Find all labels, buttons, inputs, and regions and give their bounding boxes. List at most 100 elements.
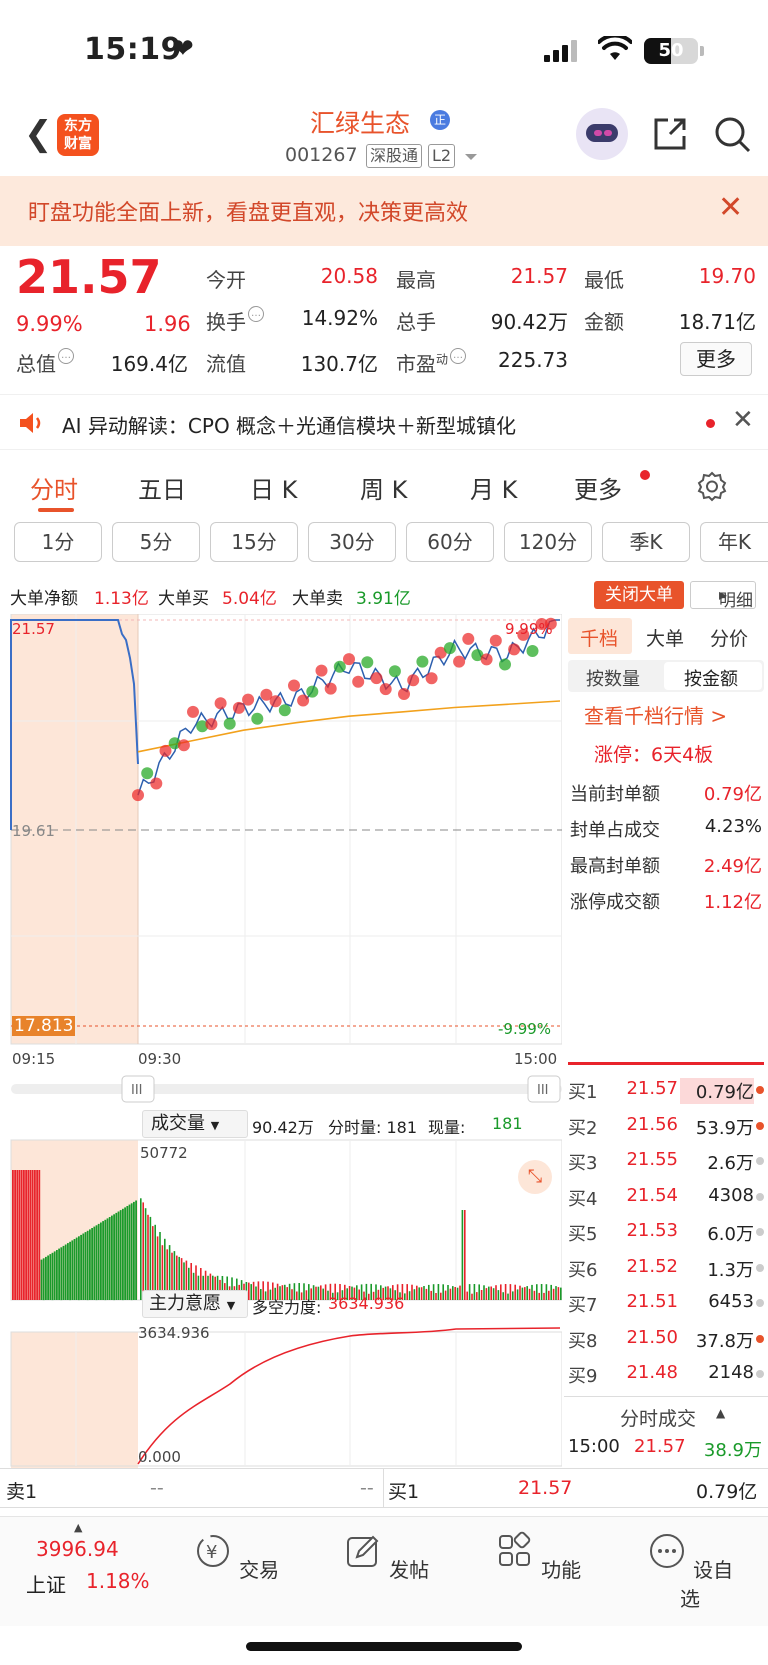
index-value[interactable]: 3996.94: [36, 1537, 119, 1561]
info-icon[interactable]: …: [58, 348, 74, 364]
notification-dot: [640, 470, 650, 480]
volume-bar: [432, 1284, 435, 1300]
ai-insight-bar[interactable]: AI 异动解读：CPO 概念＋光通信模块＋新型城镇化 ✕: [0, 394, 768, 450]
volume-bar: [468, 1284, 471, 1300]
big-order-bubble: [526, 645, 539, 657]
tab-big-order[interactable]: 大单: [646, 624, 684, 651]
chart-svg[interactable]: III III: [0, 613, 563, 1468]
period-60min[interactable]: 60分: [406, 522, 494, 562]
search-icon[interactable]: [712, 114, 752, 154]
more-button[interactable]: 更多: [680, 342, 752, 376]
ai-assistant-avatar[interactable]: [576, 108, 628, 160]
period-1min[interactable]: 1分: [14, 522, 102, 562]
period-15min[interactable]: 15分: [210, 522, 298, 562]
limit-up-streak: 涨停：6天4板: [594, 744, 714, 766]
volume-bar: [485, 1288, 488, 1300]
bid-dot: [756, 1086, 764, 1094]
tab-weekly[interactable]: 周 K: [360, 470, 407, 505]
volume-bar: [406, 1284, 408, 1300]
nav-features[interactable]: 功能: [488, 1531, 588, 1583]
close-big-order-button[interactable]: 关闭大单: [594, 581, 684, 609]
expand-icon[interactable]: ⤡: [518, 1160, 552, 1194]
volume-indicator-select[interactable]: 成交量 ▼: [142, 1110, 248, 1138]
big-order-bubble: [324, 682, 337, 695]
volume-bar: [454, 1287, 456, 1300]
index-pct[interactable]: 1.18%: [86, 1569, 150, 1593]
share-icon[interactable]: [650, 114, 690, 154]
bid-dot: [756, 1121, 764, 1130]
stock-name[interactable]: 汇绿生态: [310, 104, 410, 140]
intraday-chart[interactable]: III III 21.57 9.99% 19.61 17.813 -9.99% …: [0, 613, 563, 1468]
tab-intraday[interactable]: 分时: [30, 470, 78, 505]
volume-bar: [29, 1170, 32, 1300]
tab-more[interactable]: 更多: [574, 470, 622, 505]
nav-post[interactable]: 发帖: [336, 1531, 436, 1583]
volume-bar: [504, 1284, 507, 1300]
volume-bar: [124, 1207, 126, 1300]
index-name[interactable]: 上证: [26, 1569, 66, 1598]
tab-monthly[interactable]: 月 K: [470, 470, 517, 505]
bid-label: 买4: [568, 1188, 598, 1210]
trades-label[interactable]: 分时成交: [620, 1404, 696, 1431]
volume-bar: [540, 1284, 543, 1300]
info-icon[interactable]: …: [450, 348, 467, 364]
big-order-bubble: [453, 655, 466, 668]
volume-bar: [56, 1250, 58, 1300]
limit-turnover-value: 1.12亿: [703, 892, 762, 913]
chevron-up-icon[interactable]: ▲: [716, 1406, 725, 1420]
bid-dot: [756, 1370, 764, 1378]
volume-now-value: 181: [492, 1114, 523, 1133]
feature-banner[interactable]: 盯盘功能全面上新，看盘更直观，决策更高效 ✕: [0, 176, 768, 246]
logo-line2: 财富: [64, 136, 92, 152]
period-120min[interactable]: 120分: [504, 522, 592, 562]
volume-bar: [95, 1225, 98, 1301]
gear-icon[interactable]: [696, 470, 728, 502]
big-order-bubble: [489, 634, 502, 647]
bid-volume: 37.8万: [695, 1330, 754, 1352]
period-5min[interactable]: 5分: [112, 522, 200, 562]
bid-volume: 0.79亿: [680, 1078, 754, 1104]
big-order-bubble: [407, 674, 420, 687]
big-order-bubble: [508, 643, 521, 656]
back-icon[interactable]: ❮: [24, 114, 53, 154]
close-icon[interactable]: ✕: [718, 190, 743, 225]
stock-code: 001267: [285, 144, 358, 166]
bid-price: 21.51: [626, 1291, 678, 1312]
big-order-bubble: [361, 656, 374, 669]
sub-tab-quantity[interactable]: 按数量: [586, 665, 640, 691]
force-indicator-select[interactable]: 主力意愿 ▼: [142, 1290, 248, 1318]
volume-bar: [408, 1291, 411, 1300]
volume-bar: [12, 1170, 14, 1300]
sub-tab-amount[interactable]: 按金额: [684, 665, 738, 691]
period-year[interactable]: 年K: [700, 522, 768, 562]
tab-daily[interactable]: 日 K: [250, 470, 297, 505]
big-order-bubble: [416, 655, 429, 668]
view-depth-link[interactable]: 查看千档行情 >: [584, 700, 727, 729]
nav-add-watchlist[interactable]: 设自选: [640, 1531, 740, 1612]
close-icon[interactable]: ✕: [732, 405, 754, 435]
big-order-bubbles: [132, 617, 557, 802]
volume-bar: [106, 1218, 109, 1300]
detail-button[interactable]: 明细 ▸: [690, 581, 756, 611]
limit-turnover-label: 涨停成交额: [570, 892, 660, 913]
high-value: 21.57: [510, 264, 568, 288]
tab-5day[interactable]: 五日: [138, 470, 186, 505]
tab-depth[interactable]: 千档: [580, 624, 618, 651]
period-quarter[interactable]: 季K: [602, 522, 690, 562]
volume-bar: [492, 1288, 495, 1300]
chevron-down-icon[interactable]: [464, 152, 478, 162]
volume-minute: 分时量: 181: [328, 1118, 418, 1137]
volume-bar: [456, 1287, 459, 1300]
volume-bar: [67, 1243, 69, 1300]
volume-bar: [36, 1170, 38, 1300]
info-icon[interactable]: …: [248, 306, 264, 322]
big-order-bubble: [315, 664, 328, 677]
mktcap-value: 169.4亿: [110, 352, 188, 376]
volume-bar: [560, 1287, 562, 1300]
stock-header: ❮ 东方 财富 汇绿生态 正 001267 深股通 L2: [0, 100, 768, 176]
nav-trade[interactable]: ¥ 交易: [186, 1531, 286, 1583]
period-30min[interactable]: 30分: [308, 522, 396, 562]
big-order-bubble: [398, 688, 410, 700]
volume-bar: [135, 1200, 137, 1300]
tab-price-dist[interactable]: 分价: [710, 624, 748, 651]
